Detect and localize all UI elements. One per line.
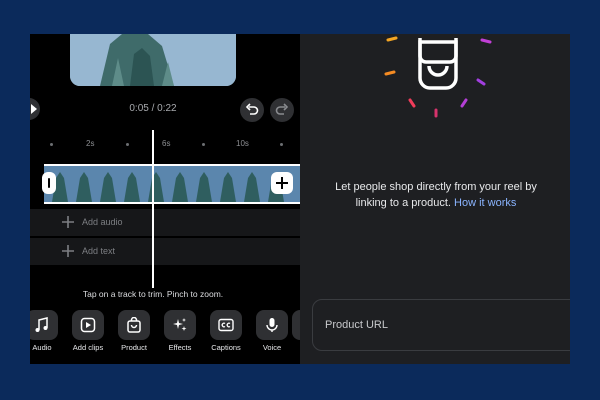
ruler-label-10s: 10s xyxy=(236,139,249,148)
video-preview[interactable] xyxy=(70,34,236,86)
shopping-bag-illustration xyxy=(366,34,506,124)
redo-icon xyxy=(275,103,289,115)
ruler-label-6s: 6s xyxy=(162,139,171,148)
plus-icon xyxy=(62,216,74,228)
tool-label: Voice xyxy=(262,343,282,352)
ruler-label-2s: 2s xyxy=(86,139,95,148)
add-text-track[interactable]: Add text xyxy=(30,238,300,265)
promo-text: Let people shop directly from your reel … xyxy=(320,179,552,211)
add-text-label: Add text xyxy=(82,246,116,256)
ruler-tick xyxy=(280,143,283,146)
tool-product[interactable]: Product xyxy=(114,310,154,352)
add-clip-button[interactable] xyxy=(271,172,293,194)
plus-icon xyxy=(276,177,288,189)
add-audio-track[interactable]: Add audio xyxy=(30,209,300,236)
tool-add-clips[interactable]: Add clips xyxy=(68,310,108,352)
add-clip-icon xyxy=(80,317,96,333)
undo-icon xyxy=(245,103,259,115)
tool-label: Product xyxy=(121,343,147,352)
product-link-panel: Let people shop directly from your reel … xyxy=(300,34,570,364)
tool-effects[interactable]: Effects xyxy=(160,310,200,352)
undo-button[interactable] xyxy=(240,98,264,122)
plus-icon xyxy=(62,245,74,257)
how-it-works-link[interactable]: How it works xyxy=(454,197,516,209)
tool-label: Effects xyxy=(168,343,192,352)
shopping-bag-icon xyxy=(384,36,492,118)
tool-voice[interactable]: Voice xyxy=(252,310,292,352)
captions-icon xyxy=(218,318,234,332)
tool-captions[interactable]: Captions xyxy=(206,310,246,352)
reel-editor: 0:05 / 0:22 2s 6s 10s Add audio Add text… xyxy=(30,34,312,364)
redo-button[interactable] xyxy=(270,98,294,122)
product-url-placeholder: Product URL xyxy=(325,319,388,331)
tool-label: Audio xyxy=(32,343,52,352)
music-note-icon xyxy=(35,317,48,332)
product-url-input[interactable]: Product URL xyxy=(312,299,570,351)
playhead[interactable] xyxy=(152,130,154,288)
tool-label: Add clips xyxy=(72,343,104,352)
timeline-hint: Tap on a track to trim. Pinch to zoom. xyxy=(82,289,224,299)
ruler-tick xyxy=(202,143,205,146)
tool-audio[interactable]: Audio xyxy=(30,310,62,352)
shopping-bag-icon xyxy=(127,317,141,333)
app-frame: 0:05 / 0:22 2s 6s 10s Add audio Add text… xyxy=(30,34,570,364)
timeline-ruler[interactable]: 2s 6s 10s xyxy=(30,134,300,154)
trim-handle[interactable] xyxy=(42,172,56,194)
video-clip-track[interactable] xyxy=(44,164,300,204)
add-audio-label: Add audio xyxy=(82,217,123,227)
sparkles-icon xyxy=(173,318,187,331)
ruler-tick xyxy=(126,143,129,146)
tool-label: Captions xyxy=(211,343,241,352)
ruler-tick xyxy=(50,143,53,146)
microphone-icon xyxy=(266,318,278,332)
